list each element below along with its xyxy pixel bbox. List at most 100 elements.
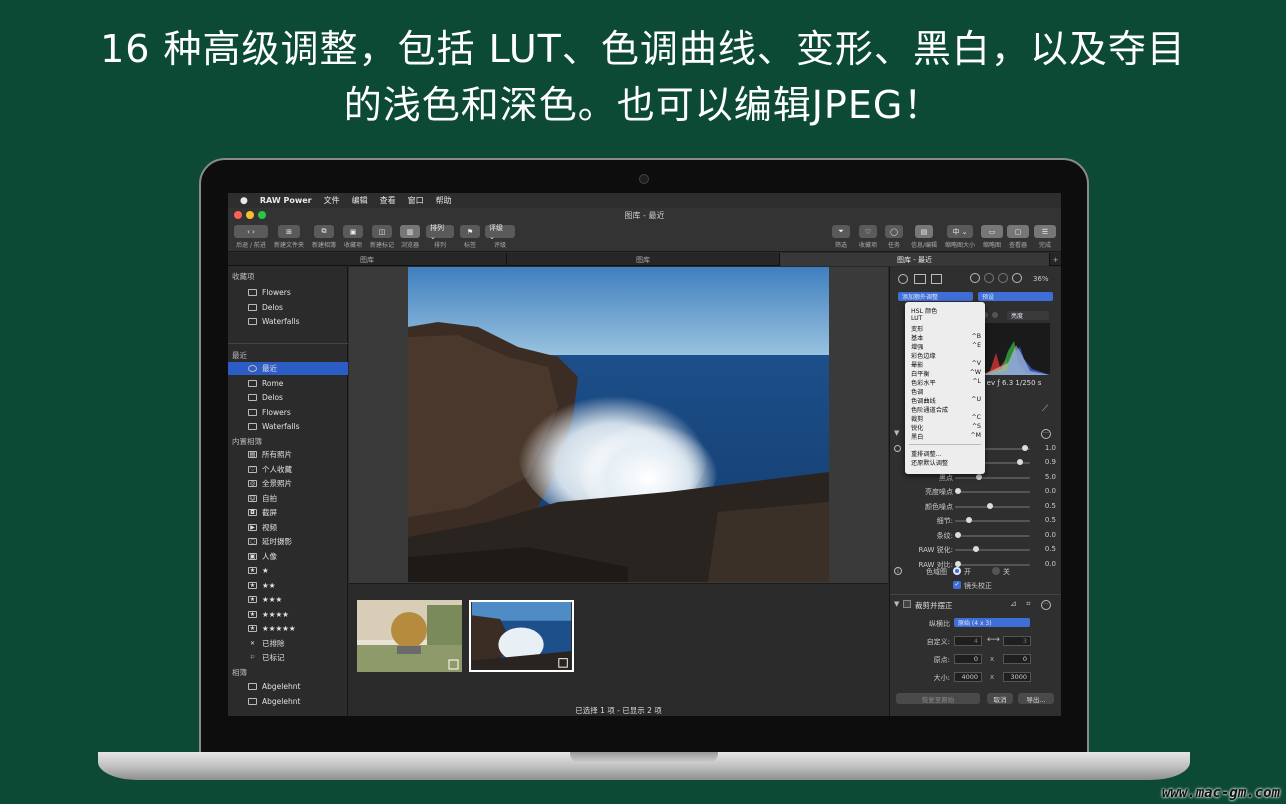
- slider-knob[interactable]: [1021, 445, 1028, 451]
- new-album-group[interactable]: ⧉ 新建相簿: [310, 225, 338, 249]
- main-photo[interactable]: [408, 267, 829, 582]
- size-width-field[interactable]: 4000: [954, 672, 982, 682]
- filter-button[interactable]: ⏷: [832, 225, 850, 238]
- gamut-off-radio[interactable]: [992, 567, 1000, 575]
- preset-dropdown[interactable]: 预设: [978, 292, 1053, 301]
- histogram-mode-dropdown[interactable]: 亮度: [1007, 311, 1049, 320]
- sidebar-item-waterfalls[interactable]: Waterfalls: [228, 315, 348, 328]
- add-adjustment-dropdown[interactable]: 添加额外调整: [898, 292, 973, 301]
- swap-ratio-icon[interactable]: ⟷: [987, 635, 1000, 645]
- sidebar-item-rome[interactable]: Rome: [228, 377, 348, 390]
- slider-track[interactable]: [955, 506, 1030, 508]
- origin-y-field[interactable]: 0: [1003, 654, 1031, 664]
- menu-item-reorder[interactable]: 重排调整...: [911, 449, 981, 458]
- sidebar-item-portrait[interactable]: ▣ 人像: [228, 550, 348, 563]
- thumbnail-wave-selected[interactable]: [469, 600, 574, 672]
- browser-group[interactable]: ▥ 浏览器: [398, 225, 422, 249]
- sidebar-item-timelapse[interactable]: ◌ 延时摄影: [228, 535, 348, 548]
- new-tag-button[interactable]: ◫: [372, 225, 392, 238]
- menu-item-hsl[interactable]: HSL 颜色: [911, 306, 981, 315]
- menu-item-restore-defaults[interactable]: 还原默认调整: [911, 458, 981, 467]
- sort-group[interactable]: 排列 ⌄ 排列: [425, 224, 455, 249]
- thumb-size-select[interactable]: 中 ⌄: [947, 225, 973, 238]
- menu-item-sharpen[interactable]: 锐化 ^S: [911, 423, 981, 432]
- thumb-size-group[interactable]: 中 ⌄ 缩略图大小: [942, 225, 978, 249]
- sidebar-item-videos[interactable]: ▶ 视频: [228, 521, 348, 534]
- crop-icon[interactable]: ⌗: [1026, 599, 1031, 609]
- sidebar-item-3-stars[interactable]: ★ ★★★: [228, 593, 348, 606]
- lens-correction-checkbox[interactable]: ✓: [953, 581, 961, 589]
- sidebar-item-flowers[interactable]: Flowers: [228, 286, 348, 299]
- browser-button[interactable]: ▥: [400, 225, 420, 238]
- menu-item-crop[interactable]: 裁剪 ^C: [911, 414, 981, 423]
- new-folder-group[interactable]: ⊞ 新建文件夹: [274, 225, 304, 249]
- section-disclosure-icon[interactable]: ▼: [894, 429, 899, 437]
- origin-x-field[interactable]: 0: [954, 654, 982, 664]
- sidebar-item-recent[interactable]: 最近: [228, 362, 348, 375]
- sidebar-item-delos-recent[interactable]: Delos: [228, 391, 348, 404]
- slider-knob[interactable]: [955, 532, 961, 538]
- sidebar-item-selfies[interactable]: ☺ 自拍: [228, 492, 348, 505]
- channel-dot[interactable]: [992, 312, 998, 318]
- menu-item-lut[interactable]: LUT: [911, 315, 981, 324]
- aspect-ratio-dropdown[interactable]: 原始 (4 x 3): [954, 618, 1030, 627]
- sidebar-item-screenshots[interactable]: ◘ 截屏: [228, 506, 348, 519]
- compare-icon[interactable]: [931, 274, 942, 284]
- rating-button[interactable]: 评级 ⌄: [485, 224, 515, 241]
- thumbnails-button[interactable]: ▭: [981, 225, 1003, 238]
- menu-window[interactable]: 窗口: [408, 195, 424, 206]
- rating-group[interactable]: 评级 ⌄ 评级: [485, 224, 515, 249]
- slider-knob[interactable]: [1016, 459, 1023, 465]
- menu-item-tone-curve[interactable]: 色调曲线 ^U: [911, 396, 981, 405]
- tasks-group[interactable]: ◯ 任务: [884, 225, 904, 249]
- new-tag-group[interactable]: ◫ 新建标记: [368, 225, 396, 249]
- menu-item-color-levels[interactable]: 色彩水平 ^L: [911, 378, 981, 387]
- slider-track[interactable]: [955, 477, 1030, 479]
- crop-enable-checkbox[interactable]: [903, 600, 911, 608]
- straighten-icon[interactable]: ⊿: [1010, 599, 1017, 608]
- custom-height-field[interactable]: 3: [1003, 636, 1031, 646]
- favorites-group[interactable]: ▣ 收藏项: [340, 225, 366, 249]
- tab-library-1[interactable]: 图库: [228, 253, 507, 266]
- sidebar-item-delos[interactable]: Delos: [228, 301, 348, 314]
- info-edit-button[interactable]: ▤: [915, 225, 933, 238]
- slider-knob[interactable]: [972, 546, 979, 552]
- more-options-icon[interactable]: ···: [1041, 429, 1051, 439]
- thumbnail-sphere[interactable]: [357, 600, 462, 672]
- menu-item-channel-mixer[interactable]: 色阶通道合成: [911, 405, 981, 414]
- tab-library-recent[interactable]: 图库 - 最近: [780, 253, 1050, 266]
- sidebar-item-rejected[interactable]: ✕ 已排除: [228, 637, 348, 650]
- back-forward-button[interactable]: ‹ ›: [234, 225, 268, 238]
- rotate-icon[interactable]: [898, 274, 908, 284]
- custom-width-field[interactable]: 4: [954, 636, 982, 646]
- new-folder-button[interactable]: ⊞: [278, 225, 300, 238]
- menu-item-vignette[interactable]: 晕影 ^V: [911, 360, 981, 369]
- info-edit-group[interactable]: ▤ 信息/编辑: [908, 225, 940, 249]
- apple-menu-icon[interactable]: ●: [240, 196, 248, 206]
- gamut-on-radio[interactable]: [953, 567, 961, 575]
- sidebar-item-album-1[interactable]: Abgelehnt: [228, 680, 348, 693]
- sidebar-item-5-stars[interactable]: ★ ★★★★★: [228, 622, 348, 635]
- sidebar-item-flagged[interactable]: ⚐ 已标记: [228, 651, 348, 664]
- sidebar-item-panoramas[interactable]: ◎ 全景照片: [228, 477, 348, 490]
- sidebar-item-favorites[interactable]: ♡ 个人收藏: [228, 463, 348, 476]
- done-group[interactable]: ☰ 完成: [1033, 225, 1057, 249]
- menu-file[interactable]: 文件: [324, 195, 340, 206]
- menu-edit[interactable]: 编辑: [352, 195, 368, 206]
- new-album-button[interactable]: ⧉: [314, 225, 334, 238]
- slider-knob[interactable]: [965, 517, 972, 523]
- slider-track[interactable]: [955, 549, 1030, 551]
- sidebar-item-album-2[interactable]: Abgelehnt: [228, 695, 348, 708]
- adjust-done-button[interactable]: ☰: [1034, 225, 1056, 238]
- tasks-button[interactable]: ◯: [885, 225, 903, 238]
- eyedropper-icon[interactable]: ⟋: [1042, 404, 1048, 414]
- tag-button[interactable]: ⚑: [460, 225, 480, 238]
- filter-group[interactable]: ⏷ 筛选: [831, 225, 851, 249]
- favorite-toggle-group[interactable]: ♡ 收藏项: [857, 225, 879, 249]
- crop-more-icon[interactable]: ···: [1041, 600, 1051, 610]
- menu-item-fringe[interactable]: 彩色边缘: [911, 351, 981, 360]
- add-tab-button[interactable]: +: [1050, 253, 1061, 266]
- menu-item-basic[interactable]: 基本 ^B: [911, 333, 981, 342]
- sidebar-item-all-photos[interactable]: ▤ 所有照片: [228, 448, 348, 461]
- menu-item-tone[interactable]: 色调: [911, 387, 981, 396]
